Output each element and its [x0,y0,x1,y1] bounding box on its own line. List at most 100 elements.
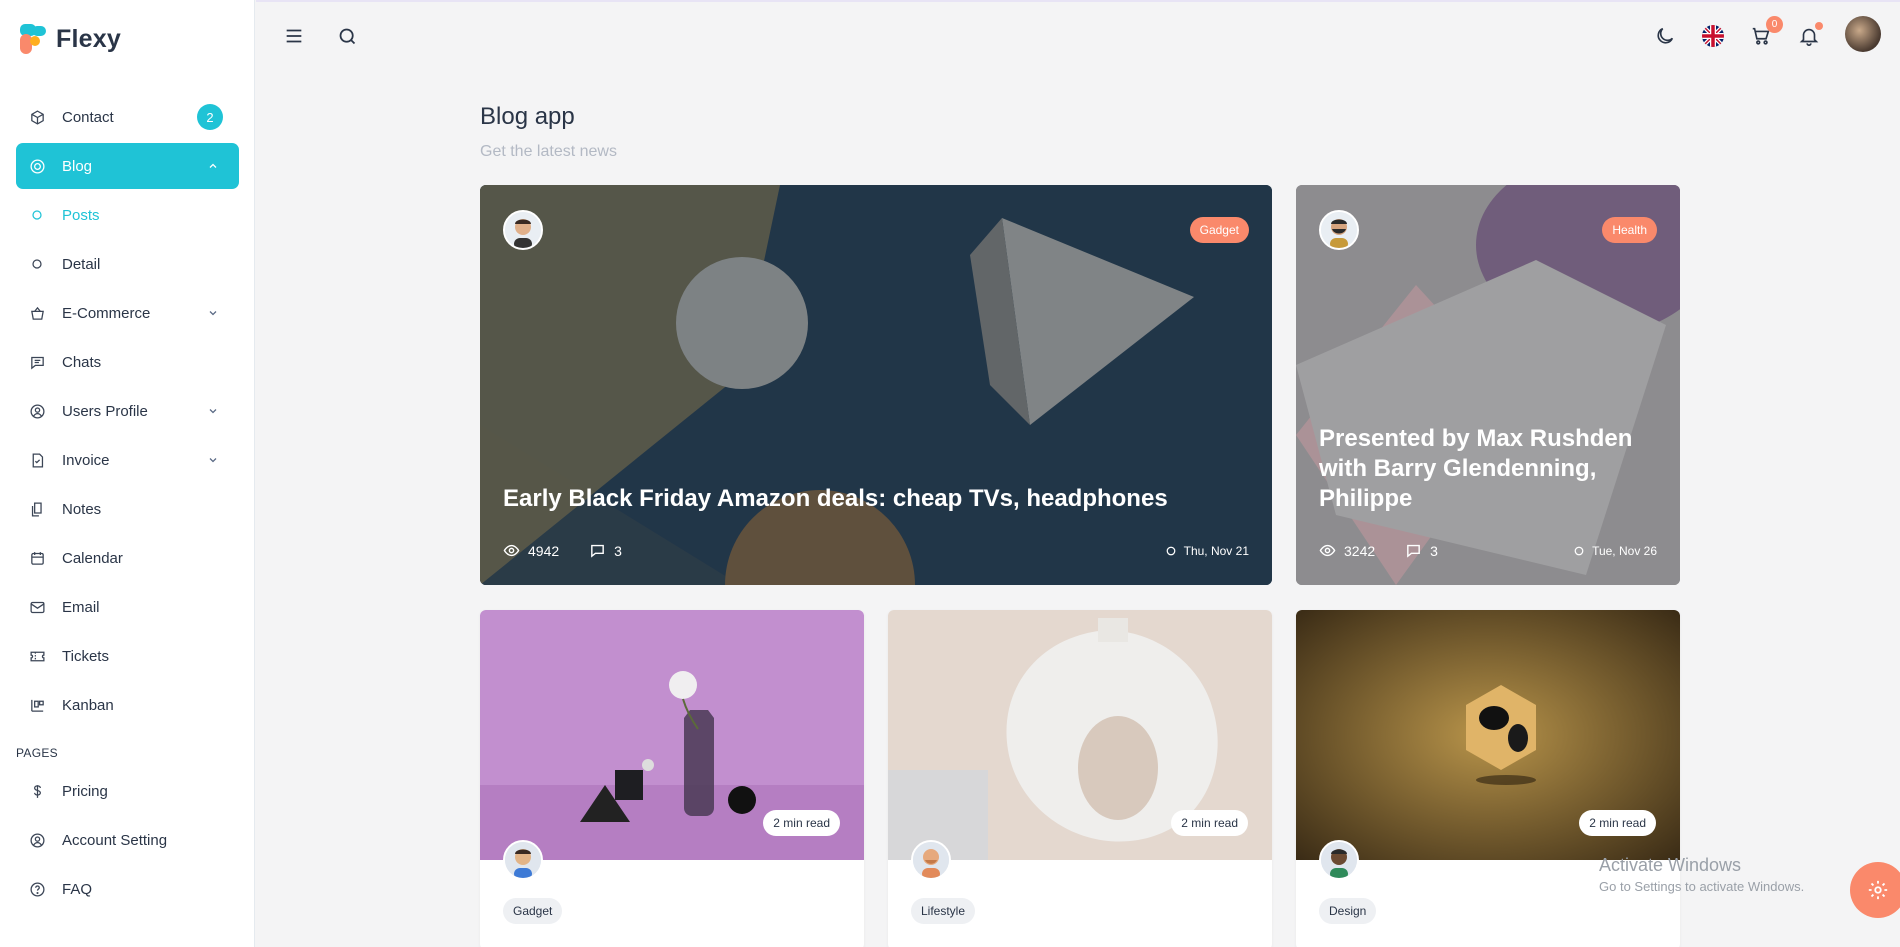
sidebar-item-label: Users Profile [62,402,148,420]
author-avatar[interactable] [1319,210,1359,250]
category-pill[interactable]: Gadget [503,898,563,924]
comment-icon [1405,542,1422,559]
category-pill[interactable]: Design [1319,898,1377,924]
flexy-logo-icon [20,24,46,54]
sidebar-item-contact[interactable]: Contact 2 [16,94,239,140]
brand-logo[interactable]: Flexy [18,22,121,56]
sidebar-item-label: Calendar [62,549,123,567]
chevron-down-icon [207,307,219,319]
post-image: 2 min read [1296,610,1680,860]
category-tag[interactable]: Gadget [1189,217,1249,243]
circle-icon [1166,546,1176,556]
eye-icon [1319,542,1336,559]
post-card[interactable]: 2 min read Gadget [480,610,864,947]
post-date: Tue, Nov 26 [1574,544,1657,558]
sidebar-item-label: Pricing [62,782,108,800]
post-card[interactable]: 2 min read Design [1296,610,1680,947]
sidebar-item-account-setting[interactable]: Account Setting [16,817,239,863]
page-title: Blog app [480,103,575,130]
mail-icon [28,598,46,616]
sidebar-item-label: Chats [62,353,102,371]
author-avatar[interactable] [503,840,543,880]
gear-icon [1867,879,1889,901]
sidebar: Flexy Contact 2 Blog Posts Detail E-Comm… [0,0,255,947]
post-title[interactable]: Presented by Max Rushden with Barry Glen… [1319,424,1659,514]
cart-count-badge: 0 [1766,16,1783,33]
sidebar-nav: Contact 2 Blog Posts Detail E-Commerce C… [16,94,239,915]
sidebar-item-tickets[interactable]: Tickets [16,633,239,679]
author-avatar[interactable] [1319,840,1359,880]
menu-icon[interactable] [282,24,306,48]
sidebar-item-faq[interactable]: FAQ [16,866,239,912]
kanban-icon [28,696,46,714]
file-check-icon [28,451,46,469]
author-avatar[interactable] [503,210,543,250]
dollar-icon [28,782,46,800]
user-circle-icon [28,402,46,420]
sidebar-item-invoice[interactable]: Invoice [16,437,239,483]
sidebar-item-detail[interactable]: Detail [16,241,239,287]
post-image: 2 min read [480,610,864,860]
notes-icon [28,500,46,518]
search-icon[interactable] [335,24,359,48]
sidebar-item-blog[interactable]: Blog [16,143,239,189]
comment-count: 3 [1430,542,1438,559]
sidebar-item-email[interactable]: Email [16,584,239,630]
view-count: 4942 [528,542,560,559]
chevron-up-icon [207,160,219,172]
category-tag[interactable]: Health [1602,217,1657,243]
user-circle-icon [28,831,46,849]
sidebar-item-notes[interactable]: Notes [16,486,239,532]
eye-icon [503,542,520,559]
sidebar-item-chats[interactable]: Chats [16,339,239,385]
calendar-icon [28,549,46,567]
windows-activation-title: Activate Windows [1599,855,1742,875]
cart-icon[interactable]: 0 [1749,16,1783,48]
post-date-text: Thu, Nov 21 [1183,544,1249,558]
post-meta: 4942 3 [503,542,622,559]
bell-icon[interactable] [1797,22,1823,48]
sidebar-item-label: Detail [62,255,101,273]
post-date: Thu, Nov 21 [1166,544,1249,558]
circle-icon [1574,546,1584,556]
read-time-pill: 2 min read [1171,810,1248,836]
notification-dot [1815,22,1823,30]
settings-fab[interactable] [1850,862,1900,918]
sidebar-item-posts[interactable]: Posts [16,192,239,238]
circle-icon [28,255,46,273]
brand-name: Flexy [56,24,121,53]
sidebar-item-label: Contact [62,108,114,126]
sidebar-item-label: FAQ [62,880,93,898]
sidebar-item-calendar[interactable]: Calendar [16,535,239,581]
sidebar-item-label: Notes [62,500,102,518]
featured-post-image [1296,185,1680,585]
sidebar-item-users-profile[interactable]: Users Profile [16,388,239,434]
view-count: 3242 [1344,542,1376,559]
sidebar-item-label: Kanban [62,696,114,714]
chevron-down-icon [207,405,219,417]
author-avatar[interactable] [911,840,951,880]
featured-post-card[interactable]: Gadget Early Black Friday Amazon deals: … [480,185,1272,585]
section-label-pages: PAGES [16,746,58,760]
user-avatar[interactable] [1845,16,1881,52]
sidebar-item-kanban[interactable]: Kanban [16,682,239,728]
post-card[interactable]: 2 min read Lifestyle [888,610,1272,947]
topbar: 0 [256,0,1900,68]
sidebar-item-label: Email [62,598,100,616]
post-title[interactable]: Early Black Friday Amazon deals: cheap T… [503,484,1203,514]
language-flag-icon[interactable] [1701,24,1725,48]
moon-icon[interactable] [1653,24,1677,48]
featured-post-card[interactable]: Health Presented by Max Rushden with Bar… [1296,185,1680,585]
comment-icon [589,542,606,559]
ticket-icon [28,647,46,665]
message-icon [28,353,46,371]
sidebar-item-ecommerce[interactable]: E-Commerce [16,290,239,336]
basket-icon [28,304,46,322]
category-pill[interactable]: Lifestyle [911,898,976,924]
sidebar-item-pricing[interactable]: Pricing [16,768,239,814]
page-subtitle: Get the latest news [480,143,617,160]
chevron-down-icon [207,454,219,466]
post-image: 2 min read [888,610,1272,860]
sidebar-item-label: Tickets [62,647,109,665]
sidebar-item-label: E-Commerce [62,304,151,322]
